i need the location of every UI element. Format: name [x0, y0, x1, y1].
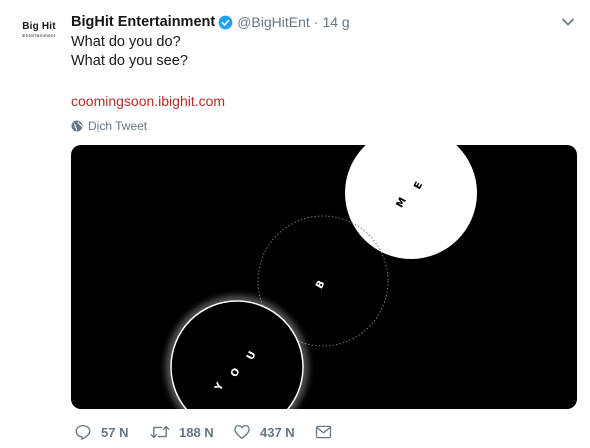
like-button[interactable]: 437 N [233, 423, 315, 441]
globe-icon [71, 120, 83, 132]
user-handle[interactable]: @BigHitEnt [237, 14, 310, 30]
chevron-down-icon[interactable] [560, 14, 576, 30]
display-name[interactable]: BigHit Entertainment [71, 14, 215, 30]
reply-icon [75, 424, 91, 440]
header-separator: · [313, 14, 319, 30]
b-letter: B [314, 279, 327, 291]
reply-button[interactable]: 57 N [74, 423, 150, 441]
reply-count: 57 N [101, 424, 129, 440]
tweet-text-line-2: What do you see? [71, 53, 188, 69]
retweet-button[interactable]: 188 N [150, 423, 233, 441]
tweet-text-line-1: What do you do? [71, 34, 181, 50]
tweet-timestamp[interactable]: 14 g [322, 14, 349, 30]
tweet-media[interactable]: M E B Y O U [71, 145, 577, 409]
tweet-link[interactable]: coomingsoon.ibighit.com [71, 93, 225, 109]
avatar-logo-text: Big Hit [22, 21, 56, 32]
heart-icon [234, 424, 250, 440]
avatar-logo-subtext: Entertainment [22, 33, 56, 38]
translate-label: Dịch Tweet [88, 119, 148, 133]
envelope-icon [315, 425, 332, 439]
avatar[interactable]: Big Hit Entertainment [14, 22, 64, 52]
media-artwork: M E B Y O U [167, 145, 477, 409]
retweet-icon [150, 425, 170, 439]
retweet-count: 188 N [179, 424, 214, 440]
tweet-header: BigHit Entertainment @BigHitEnt · 14 g [71, 12, 350, 32]
tweet-actions: 57 N 188 N 437 N [74, 423, 341, 441]
like-count: 437 N [260, 424, 295, 440]
me-circle [345, 145, 477, 259]
direct-message-button[interactable] [315, 425, 341, 439]
verified-badge-icon [218, 15, 233, 29]
translate-tweet[interactable]: Dịch Tweet [71, 119, 147, 133]
